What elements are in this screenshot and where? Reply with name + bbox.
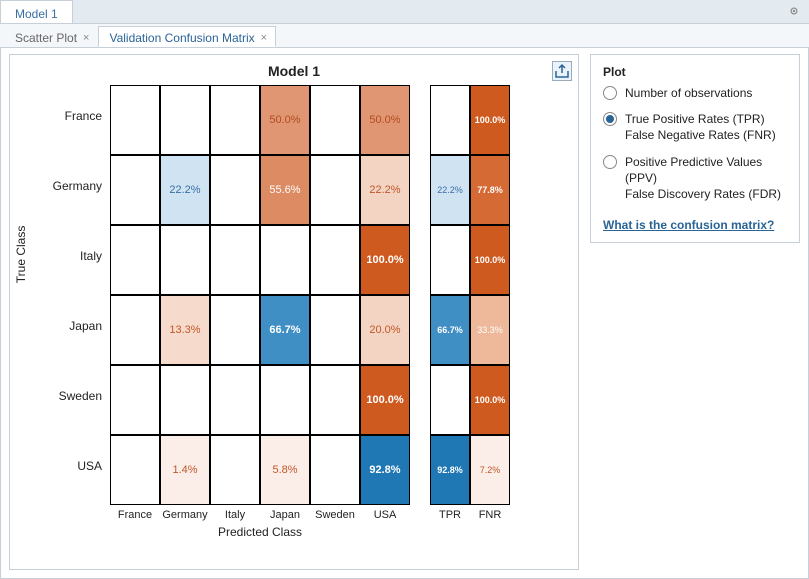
heatmap-cell: 5.8% (260, 435, 310, 505)
close-icon[interactable]: × (83, 32, 89, 44)
fnr-cell: 33.3% (470, 295, 510, 365)
radio-tpr-fnr[interactable]: True Positive Rates (TPR)False Negative … (603, 111, 787, 143)
fnr-cell: 77.8% (470, 155, 510, 225)
y-axis-label: True Class (14, 226, 28, 284)
heatmap-cell: 50.0% (360, 85, 410, 155)
radio-label: Number of observations (625, 85, 752, 101)
heatmap-cell: 50.0% (260, 85, 310, 155)
heatmap-cell (160, 225, 210, 295)
fnr-cell: 7.2% (470, 435, 510, 505)
fnr-cell: 100.0% (470, 225, 510, 295)
col-label: Germany (160, 509, 210, 521)
heatmap-cell (310, 225, 360, 295)
heatmap-cell (310, 155, 360, 225)
heatmap-cell (210, 155, 260, 225)
radio-icon (603, 86, 617, 100)
tab-label: Validation Confusion Matrix (109, 31, 254, 45)
heatmap-cell: 100.0% (360, 365, 410, 435)
tpr-cell (430, 85, 470, 155)
chart-title: Model 1 (10, 63, 578, 79)
row-label: Japan (32, 319, 102, 333)
heatmap-cell (210, 435, 260, 505)
help-link-confusion-matrix[interactable]: What is the confusion matrix? (603, 218, 774, 232)
radio-icon (603, 155, 617, 169)
heatmap-cell: 66.7% (260, 295, 310, 365)
heatmap-cell (110, 295, 160, 365)
tab-label: Scatter Plot (15, 31, 77, 45)
radio-label: Positive Predictive Values (PPV)False Di… (625, 154, 787, 203)
heatmap-cell: 100.0% (360, 225, 410, 295)
heatmap-cell: 22.2% (360, 155, 410, 225)
col-label: FNR (470, 509, 510, 521)
heatmap-cell: 92.8% (360, 435, 410, 505)
heatmap-cell (110, 225, 160, 295)
heatmap-cell (160, 85, 210, 155)
fnr-cell: 100.0% (470, 365, 510, 435)
outer-tab-model1[interactable]: Model 1 (0, 0, 73, 23)
heatmap-cell (210, 85, 260, 155)
tpr-cell: 92.8% (430, 435, 470, 505)
heatmap-cell (160, 365, 210, 435)
tpr-cell: 66.7% (430, 295, 470, 365)
gear-icon[interactable] (787, 4, 801, 21)
outer-tab-label: Model 1 (15, 7, 58, 21)
col-label: France (110, 509, 160, 521)
tpr-cell: 22.2% (430, 155, 470, 225)
heatmap-cell: 20.0% (360, 295, 410, 365)
radio-icon (603, 112, 617, 126)
tpr-cell (430, 365, 470, 435)
col-label: Sweden (310, 509, 360, 521)
heatmap-cell: 13.3% (160, 295, 210, 365)
row-label: Sweden (32, 389, 102, 403)
close-icon[interactable]: × (261, 32, 267, 44)
heatmap-cell (110, 155, 160, 225)
radio-number-observations[interactable]: Number of observations (603, 85, 787, 101)
heatmap-cell: 1.4% (160, 435, 210, 505)
tpr-cell (430, 225, 470, 295)
radio-ppv-fdr[interactable]: Positive Predictive Values (PPV)False Di… (603, 154, 787, 203)
heatmap-cell (210, 365, 260, 435)
heatmap-cell (310, 435, 360, 505)
heatmap-cell (210, 225, 260, 295)
heatmap-cell: 22.2% (160, 155, 210, 225)
col-label: USA (360, 509, 410, 521)
row-label: Germany (32, 179, 102, 193)
col-label: Italy (210, 509, 260, 521)
heatmap-cell (260, 365, 310, 435)
plot-options-panel: Plot Number of observations True Positiv… (590, 54, 800, 243)
heatmap-cell (310, 365, 360, 435)
heatmap-cell (310, 295, 360, 365)
row-label: USA (32, 459, 102, 473)
heatmap-cell (110, 435, 160, 505)
heatmap-cell: 55.6% (260, 155, 310, 225)
heatmap-cell (260, 225, 310, 295)
tab-confusion-matrix[interactable]: Validation Confusion Matrix × (98, 26, 276, 47)
row-label: Italy (32, 249, 102, 263)
heatmap-cell (310, 85, 360, 155)
row-label: France (32, 109, 102, 123)
col-label: Japan (260, 509, 310, 521)
tab-scatter-plot[interactable]: Scatter Plot × (4, 26, 98, 47)
panel-title: Plot (603, 65, 787, 79)
confusion-matrix-plot: Model 1 True Class France Germany Italy … (9, 54, 579, 570)
x-axis-label: Predicted Class (110, 525, 410, 539)
heatmap-cell (110, 365, 160, 435)
radio-label: True Positive Rates (TPR)False Negative … (625, 111, 776, 143)
col-label: TPR (430, 509, 470, 521)
heatmap-cell (110, 85, 160, 155)
fnr-cell: 100.0% (470, 85, 510, 155)
heatmap-cell (210, 295, 260, 365)
